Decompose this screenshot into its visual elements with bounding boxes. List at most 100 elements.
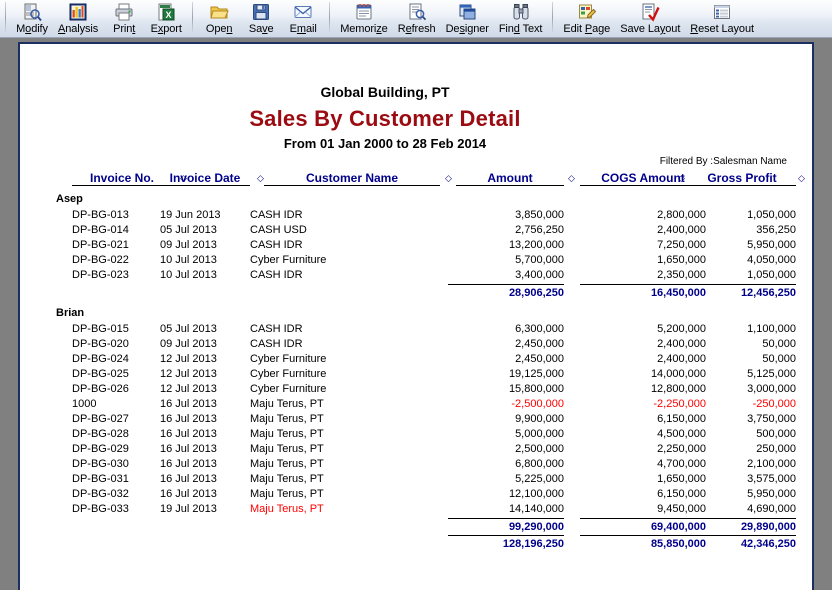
cell-invoice-no: DP-BG-015 bbox=[72, 323, 129, 335]
toolbar-button-modify[interactable]: Modify bbox=[11, 0, 53, 36]
toolbar-button-save-layout[interactable]: Save Layout bbox=[615, 0, 685, 36]
table-row[interactable]: DP-BG-014 05 Jul 2013 CASH USD 2,756,250 2,4… bbox=[20, 223, 812, 238]
save-layout-check-icon bbox=[640, 2, 660, 22]
table-row[interactable]: DP-BG-023 10 Jul 2013 CASH IDR 3,400,000 2,3… bbox=[20, 268, 812, 283]
column-resize-diamond-3[interactable]: ◇ bbox=[445, 173, 452, 183]
cell-customer-name: CASH IDR bbox=[250, 338, 303, 350]
table-row[interactable]: DP-BG-024 12 Jul 2013 Cyber Furniture 2,450… bbox=[20, 352, 812, 367]
cell-cogs-amount: 14,000,000 bbox=[650, 368, 706, 380]
column-resize-diamond-2[interactable]: ◇ bbox=[257, 173, 264, 183]
table-row[interactable]: DP-BG-025 12 Jul 2013 Cyber Furniture 19,12… bbox=[20, 367, 812, 382]
toolbar-button-label: Reset Layout bbox=[690, 23, 754, 35]
cell-invoice-no: DP-BG-024 bbox=[72, 353, 129, 365]
table-row[interactable]: DP-BG-020 09 Jul 2013 CASH IDR 2,450,000 2,4… bbox=[20, 337, 812, 352]
toolbar-button-label: Find Text bbox=[498, 23, 543, 35]
toolbar-button-export[interactable]: X Export bbox=[145, 0, 187, 36]
cell-customer-name: Maju Terus, PT bbox=[250, 398, 324, 410]
designer-window-icon bbox=[457, 2, 477, 22]
toolbar-button-email[interactable]: Email bbox=[282, 0, 324, 36]
toolbar-button-refresh[interactable]: Refresh bbox=[393, 0, 441, 36]
cell-invoice-date: 12 Jul 2013 bbox=[160, 368, 217, 380]
cell-gross-profit: 500,000 bbox=[756, 428, 796, 440]
group-header-brian: Brian bbox=[56, 307, 85, 319]
subtotal-row-asep: 28,906,250 16,450,000 12,456,250 bbox=[20, 284, 812, 300]
toolbar-button-label: Designer bbox=[445, 23, 489, 35]
table-row[interactable]: 1000 16 Jul 2013 Maju Terus, PT -2,500,000 -… bbox=[20, 397, 812, 412]
cell-amount: 3,850,000 bbox=[515, 209, 564, 221]
grand-total-cogs-amount: 85,850,000 bbox=[580, 535, 706, 551]
report-title: Sales By Customer Detail bbox=[249, 106, 521, 131]
column-resize-diamond-4[interactable]: ◇ bbox=[568, 173, 575, 183]
cell-amount: -2,500,000 bbox=[511, 398, 564, 410]
toolbar-button-label: Refresh bbox=[397, 23, 436, 35]
cell-customer-name: CASH IDR bbox=[250, 269, 303, 281]
cell-invoice-date: 19 Jun 2013 bbox=[160, 209, 221, 221]
cell-invoice-no: DP-BG-021 bbox=[72, 239, 129, 251]
table-row[interactable]: DP-BG-029 16 Jul 2013 Maju Terus, PT 2,500,… bbox=[20, 442, 812, 457]
cell-invoice-no: DP-BG-023 bbox=[72, 269, 129, 281]
subtotal-amount: 28,906,250 bbox=[448, 284, 564, 300]
edit-page-pencil-icon bbox=[577, 2, 597, 22]
table-row[interactable]: DP-BG-031 16 Jul 2013 Maju Terus, PT 5,225,… bbox=[20, 472, 812, 487]
cell-gross-profit: 4,690,000 bbox=[747, 503, 796, 515]
cell-amount: 6,800,000 bbox=[515, 458, 564, 470]
toolbar-button-analysis[interactable]: Analysis bbox=[53, 0, 103, 36]
cell-invoice-no: DP-BG-029 bbox=[72, 443, 129, 455]
cell-amount: 13,200,000 bbox=[508, 239, 564, 251]
subtotal-row-brian: 99,290,000 69,400,000 29,890,000 bbox=[20, 518, 812, 534]
table-row[interactable]: DP-BG-026 12 Jul 2013 Cyber Furniture 15,80… bbox=[20, 382, 812, 397]
export-excel-icon: X bbox=[156, 2, 176, 22]
column-header-gross-profit[interactable]: Gross Profit bbox=[688, 170, 796, 186]
cell-invoice-date: 10 Jul 2013 bbox=[160, 254, 217, 266]
subtotal-cogs-amount: 69,400,000 bbox=[580, 518, 706, 534]
table-row[interactable]: DP-BG-033 19 Jul 2013 Maju Terus, PT 14,140… bbox=[20, 502, 812, 517]
table-row[interactable]: DP-BG-030 16 Jul 2013 Maju Terus, PT 6,800,… bbox=[20, 457, 812, 472]
column-header-label: Amount bbox=[487, 170, 533, 185]
analysis-chart-icon bbox=[68, 2, 88, 22]
toolbar-button-memorize[interactable]: Memorize bbox=[335, 0, 393, 36]
cell-amount: 15,800,000 bbox=[508, 383, 564, 395]
cell-customer-name: CASH IDR bbox=[250, 239, 303, 251]
toolbar-button-open[interactable]: Open bbox=[198, 0, 240, 36]
cell-cogs-amount: 2,400,000 bbox=[657, 224, 706, 236]
cell-invoice-no: DP-BG-014 bbox=[72, 224, 129, 236]
toolbar-button-label: Save Layout bbox=[620, 23, 681, 35]
column-header-amount[interactable]: Amount bbox=[456, 170, 564, 186]
table-row[interactable]: DP-BG-022 10 Jul 2013 Cyber Furniture 5,700… bbox=[20, 253, 812, 268]
cell-invoice-no: DP-BG-025 bbox=[72, 368, 129, 380]
cell-customer-name: Cyber Furniture bbox=[250, 368, 327, 380]
cell-gross-profit: 2,100,000 bbox=[747, 458, 796, 470]
cell-gross-profit: 5,950,000 bbox=[747, 239, 796, 251]
cell-invoice-date: 12 Jul 2013 bbox=[160, 353, 217, 365]
column-header-customer-name[interactable]: Customer Name bbox=[264, 170, 440, 186]
subtotal-gross-profit: 12,456,250 bbox=[692, 284, 796, 300]
toolbar-button-label: Analysis bbox=[58, 23, 99, 35]
cell-cogs-amount: 5,200,000 bbox=[657, 323, 706, 335]
toolbar-button-print[interactable]: Print bbox=[103, 0, 145, 36]
toolbar-button-designer[interactable]: Designer bbox=[441, 0, 494, 36]
column-header-invoice-no[interactable]: Invoice No. bbox=[72, 170, 172, 186]
column-header-label: Customer Name bbox=[305, 170, 399, 185]
column-resize-diamond-6[interactable]: ◇ bbox=[798, 173, 805, 183]
toolbar-separator-1 bbox=[192, 2, 194, 32]
toolbar-button-label: Print bbox=[113, 23, 136, 35]
cell-cogs-amount: 12,800,000 bbox=[650, 383, 706, 395]
cell-gross-profit: 3,575,000 bbox=[747, 473, 796, 485]
cell-amount: 12,100,000 bbox=[508, 488, 564, 500]
toolbar-button-reset-layout[interactable]: Reset Layout bbox=[685, 0, 759, 36]
report-page: Global Building, PT Sales By Customer De… bbox=[18, 42, 814, 590]
cell-invoice-no: 1000 bbox=[72, 398, 97, 410]
table-row[interactable]: DP-BG-028 16 Jul 2013 Maju Terus, PT 5,000,… bbox=[20, 427, 812, 442]
table-row[interactable]: DP-BG-013 19 Jun 2013 CASH IDR 3,850,000 2,8… bbox=[20, 208, 812, 223]
table-row[interactable]: DP-BG-015 05 Jul 2013 CASH IDR 6,300,000 5,2… bbox=[20, 322, 812, 337]
table-row[interactable]: DP-BG-027 16 Jul 2013 Maju Terus, PT 9,900,… bbox=[20, 412, 812, 427]
toolbar-button-save[interactable]: Save bbox=[240, 0, 282, 36]
toolbar-button-edit-page[interactable]: Edit Page bbox=[558, 0, 615, 36]
cell-amount: 5,700,000 bbox=[515, 254, 564, 266]
column-header-invoice-date[interactable]: Invoice Date bbox=[160, 170, 250, 186]
table-row[interactable]: DP-BG-021 09 Jul 2013 CASH IDR 13,200,000 7,… bbox=[20, 238, 812, 253]
toolbar-button-find-text[interactable]: Find Text bbox=[494, 0, 548, 36]
column-resize-diamond-5[interactable]: ◇ bbox=[678, 173, 685, 183]
table-row[interactable]: DP-BG-032 16 Jul 2013 Maju Terus, PT 12,100… bbox=[20, 487, 812, 502]
column-header-label: Gross Profit bbox=[707, 170, 777, 185]
